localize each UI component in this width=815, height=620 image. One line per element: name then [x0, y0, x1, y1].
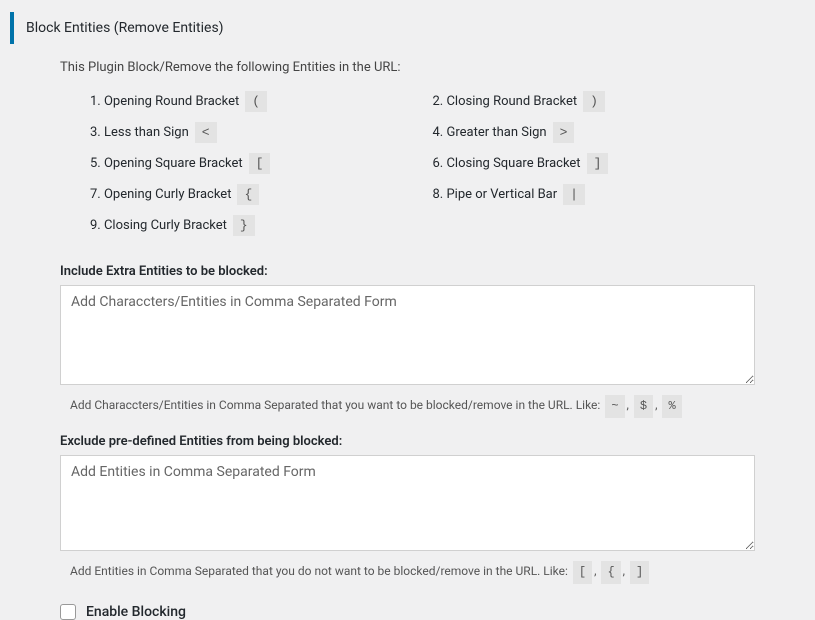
exclude-textarea[interactable]	[60, 455, 755, 551]
entity-item: 4. Greater than Sign >	[433, 122, 756, 143]
entity-item: 1. Opening Round Bracket (	[90, 91, 413, 112]
panel-heading: Block Entities (Remove Entities)	[10, 12, 815, 44]
entity-label: 6. Closing Square Bracket	[433, 156, 581, 171]
entity-label: 4. Greater than Sign	[433, 125, 547, 140]
entity-char-box: [	[249, 153, 271, 174]
entity-char-box: ]	[587, 153, 609, 174]
entity-label: 2. Closing Round Bracket	[433, 94, 578, 109]
heading-title: Block Entities (Remove Entities)	[26, 20, 224, 36]
entity-char-box: |	[563, 184, 585, 205]
content-area: This Plugin Block/Remove the following E…	[0, 60, 815, 620]
helper-char-box: ~	[605, 395, 624, 418]
entity-item: 2. Closing Round Bracket )	[433, 91, 756, 112]
exclude-block: Exclude pre-defined Entities from being …	[60, 434, 755, 555]
include-helper: Add Characcters/Entities in Comma Separa…	[70, 395, 755, 418]
entity-item: 8. Pipe or Vertical Bar |	[433, 184, 756, 205]
entity-label: 9. Closing Curly Bracket	[90, 218, 227, 233]
helper-char-box: $	[634, 395, 653, 418]
entity-char-box: )	[583, 91, 605, 112]
entity-char-box: (	[245, 91, 267, 112]
helper-char-box: %	[662, 395, 681, 418]
entity-label: 3. Less than Sign	[90, 125, 189, 140]
include-label: Include Extra Entities to be blocked:	[60, 264, 755, 279]
include-block: Include Extra Entities to be blocked:	[60, 264, 755, 389]
entity-item: 3. Less than Sign <	[90, 122, 413, 143]
entity-char-box: {	[237, 184, 259, 205]
entity-label: 7. Opening Curly Bracket	[90, 187, 231, 202]
entity-item: 9. Closing Curly Bracket }	[90, 215, 413, 236]
entity-item: 7. Opening Curly Bracket {	[90, 184, 413, 205]
enable-blocking-checkbox[interactable]	[60, 604, 76, 620]
include-textarea[interactable]	[60, 285, 755, 385]
entity-item: 5. Opening Square Bracket [	[90, 153, 413, 174]
entity-label: 5. Opening Square Bracket	[90, 156, 243, 171]
entity-item: 6. Closing Square Bracket ]	[433, 153, 756, 174]
entity-char-box: <	[195, 122, 217, 143]
enable-blocking-label: Enable Blocking	[86, 604, 186, 620]
exclude-label: Exclude pre-defined Entities from being …	[60, 434, 755, 449]
entity-label: 1. Opening Round Bracket	[90, 94, 239, 109]
entity-label: 8. Pipe or Vertical Bar	[433, 187, 558, 202]
entity-char-box: }	[233, 215, 255, 236]
entity-char-box: >	[553, 122, 575, 143]
intro-text: This Plugin Block/Remove the following E…	[60, 60, 755, 75]
entities-list: 1. Opening Round Bracket ( 2. Closing Ro…	[90, 91, 755, 236]
enable-blocking-row: Enable Blocking	[60, 604, 755, 620]
